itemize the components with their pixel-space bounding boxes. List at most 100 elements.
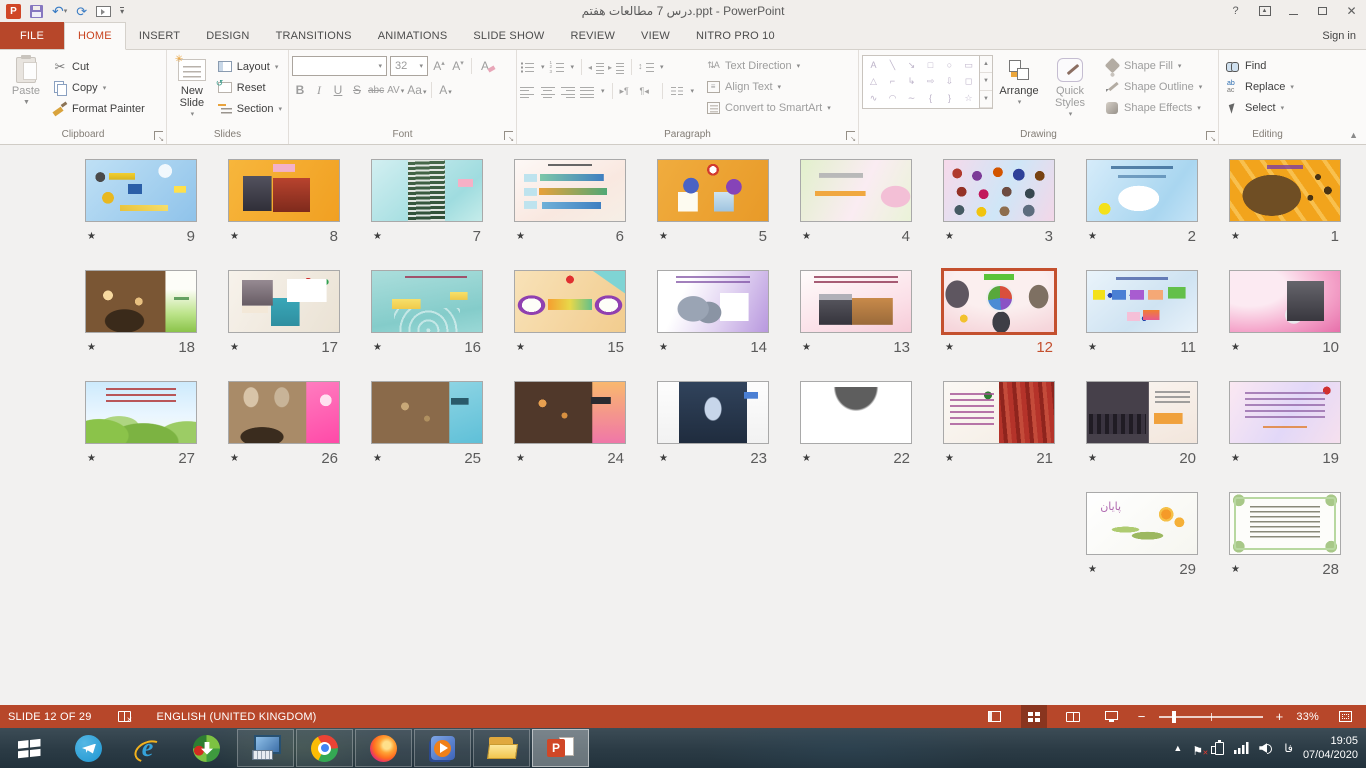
animation-indicator-star[interactable]: ★ bbox=[87, 342, 96, 353]
clipboard-dialog-launcher[interactable] bbox=[154, 131, 163, 140]
select-button[interactable]: Select ▾ bbox=[1222, 97, 1297, 118]
slide-thumbnail-18[interactable] bbox=[85, 270, 197, 333]
action-center-icon[interactable] bbox=[1192, 742, 1205, 755]
shape-option-14[interactable]: ∼ bbox=[908, 94, 916, 103]
tab-file[interactable]: FILE bbox=[0, 22, 64, 49]
copy-button[interactable]: Copy ▾ bbox=[49, 77, 148, 98]
tab-view[interactable]: VIEW bbox=[628, 22, 683, 49]
save-button[interactable] bbox=[30, 2, 43, 20]
animation-indicator-star[interactable]: ★ bbox=[373, 231, 382, 242]
format-painter-button[interactable]: Format Painter bbox=[49, 98, 148, 119]
restore-button[interactable] bbox=[1308, 0, 1337, 22]
animation-indicator-star[interactable]: ★ bbox=[802, 231, 811, 242]
shape-option-9[interactable]: ⇨ bbox=[927, 77, 935, 86]
change-case-button[interactable]: Aa▾ bbox=[407, 83, 426, 97]
shape-option-15[interactable]: { bbox=[929, 94, 932, 103]
left-to-right-button[interactable] bbox=[620, 85, 635, 98]
taskbar-chrome[interactable] bbox=[296, 729, 353, 767]
animation-indicator-star[interactable]: ★ bbox=[1088, 231, 1097, 242]
tab-review[interactable]: REVIEW bbox=[557, 22, 628, 49]
zoom-out-button[interactable]: − bbox=[1138, 710, 1146, 723]
slide-thumbnail-21[interactable] bbox=[943, 381, 1055, 444]
slide-thumbnail-25[interactable] bbox=[371, 381, 483, 444]
shape-option-13[interactable]: ◠ bbox=[889, 94, 897, 103]
replace-button[interactable]: Replace ▾ bbox=[1222, 76, 1297, 97]
animation-indicator-star[interactable]: ★ bbox=[1231, 453, 1240, 464]
slide-thumbnail-1[interactable] bbox=[1229, 159, 1341, 222]
decrease-indent-button[interactable] bbox=[589, 61, 604, 74]
tab-slideshow[interactable]: SLIDE SHOW bbox=[460, 22, 557, 49]
tab-transitions[interactable]: TRANSITIONS bbox=[263, 22, 365, 49]
shrink-font-button[interactable]: A▾ bbox=[450, 59, 466, 73]
shape-effects-button[interactable]: Shape Effects ▾ bbox=[1101, 97, 1205, 118]
slide-thumbnail-5[interactable] bbox=[657, 159, 769, 222]
shapes-more-icon[interactable]: ▼ bbox=[980, 91, 992, 108]
slide-thumbnail-6[interactable] bbox=[514, 159, 626, 222]
quick-styles-button[interactable]: Quick Styles ▾ bbox=[1045, 52, 1095, 128]
cut-button[interactable]: ✂ Cut bbox=[49, 56, 148, 77]
italic-button[interactable]: I bbox=[311, 83, 327, 98]
character-spacing-button[interactable]: AV▾ bbox=[387, 85, 404, 96]
tab-home[interactable]: HOME bbox=[64, 22, 126, 50]
volume-icon[interactable] bbox=[1259, 742, 1274, 754]
new-slide-button[interactable]: New Slide ▾ bbox=[170, 52, 214, 128]
layout-button[interactable]: Layout ▾ bbox=[214, 56, 285, 77]
taskbar-powerpoint[interactable] bbox=[532, 729, 589, 767]
align-center-button[interactable] bbox=[540, 85, 555, 98]
tab-insert[interactable]: INSERT bbox=[126, 22, 193, 49]
animation-indicator-star[interactable]: ★ bbox=[945, 231, 954, 242]
arrange-button[interactable]: Arrange ▾ bbox=[993, 52, 1045, 128]
start-slideshow-button[interactable] bbox=[96, 2, 111, 20]
shape-option-5[interactable]: ▭ bbox=[964, 61, 973, 70]
animation-indicator-star[interactable]: ★ bbox=[516, 453, 525, 464]
network-signal-icon[interactable] bbox=[1234, 742, 1249, 754]
repeat-button[interactable]: ⟳ bbox=[76, 2, 87, 20]
animation-indicator-star[interactable]: ★ bbox=[373, 342, 382, 353]
font-dialog-launcher[interactable] bbox=[504, 131, 513, 140]
animation-indicator-star[interactable]: ★ bbox=[659, 342, 668, 353]
zoom-level[interactable]: 33% bbox=[1296, 711, 1319, 723]
shape-option-10[interactable]: ⇩ bbox=[946, 77, 954, 86]
slide-thumbnail-16[interactable] bbox=[371, 270, 483, 333]
shape-option-3[interactable]: □ bbox=[928, 61, 933, 70]
normal-view-button[interactable] bbox=[982, 705, 1008, 728]
shape-outline-button[interactable]: Shape Outline ▾ bbox=[1101, 76, 1205, 97]
slide-thumbnail-17[interactable] bbox=[228, 270, 340, 333]
shapes-scroll-down-icon[interactable]: ▼ bbox=[980, 73, 992, 90]
animation-indicator-star[interactable]: ★ bbox=[1088, 342, 1097, 353]
text-direction-button[interactable]: Text Direction ▾ bbox=[702, 55, 834, 76]
animation-indicator-star[interactable]: ★ bbox=[945, 453, 954, 464]
zoom-slider[interactable] bbox=[1159, 716, 1263, 718]
numbering-button[interactable] bbox=[550, 61, 565, 74]
slide-thumbnail-11[interactable] bbox=[1086, 270, 1198, 333]
animation-indicator-star[interactable]: ★ bbox=[87, 453, 96, 464]
slide-thumbnail-27[interactable] bbox=[85, 381, 197, 444]
reading-view-button[interactable] bbox=[1060, 705, 1086, 728]
slide-thumbnail-26[interactable] bbox=[228, 381, 340, 444]
align-right-button[interactable] bbox=[560, 85, 575, 98]
paragraph-dialog-launcher[interactable] bbox=[846, 131, 855, 140]
animation-indicator-star[interactable]: ★ bbox=[1231, 342, 1240, 353]
shape-option-1[interactable]: ╲ bbox=[890, 61, 895, 70]
animation-indicator-star[interactable]: ★ bbox=[802, 453, 811, 464]
slide-thumbnail-20[interactable] bbox=[1086, 381, 1198, 444]
shape-option-17[interactable]: ☆ bbox=[964, 94, 972, 103]
clear-formatting-button[interactable]: A bbox=[477, 59, 493, 73]
help-button[interactable]: ? bbox=[1221, 0, 1250, 22]
shape-option-0[interactable]: A bbox=[870, 61, 876, 70]
bullets-button[interactable] bbox=[520, 61, 535, 74]
shape-fill-button[interactable]: Shape Fill ▾ bbox=[1101, 55, 1205, 76]
ribbon-display-options-button[interactable]: ▲ bbox=[1250, 0, 1279, 22]
slide-thumbnail-10[interactable] bbox=[1229, 270, 1341, 333]
slide-thumbnail-4[interactable] bbox=[800, 159, 912, 222]
slide-thumbnail-22[interactable] bbox=[800, 381, 912, 444]
undo-button[interactable]: ↶▾ bbox=[52, 2, 67, 20]
slide-thumbnail-29[interactable]: پایان bbox=[1086, 492, 1198, 555]
language-switcher[interactable]: فا bbox=[1284, 742, 1293, 755]
animation-indicator-star[interactable]: ★ bbox=[516, 231, 525, 242]
minimize-button[interactable] bbox=[1279, 0, 1308, 22]
font-name-combo[interactable]: ▾ bbox=[292, 56, 387, 76]
slide-thumbnail-28[interactable] bbox=[1229, 492, 1341, 555]
font-size-combo[interactable]: 32▾ bbox=[390, 56, 428, 76]
shapes-scroll-up-icon[interactable]: ▲ bbox=[980, 56, 992, 73]
